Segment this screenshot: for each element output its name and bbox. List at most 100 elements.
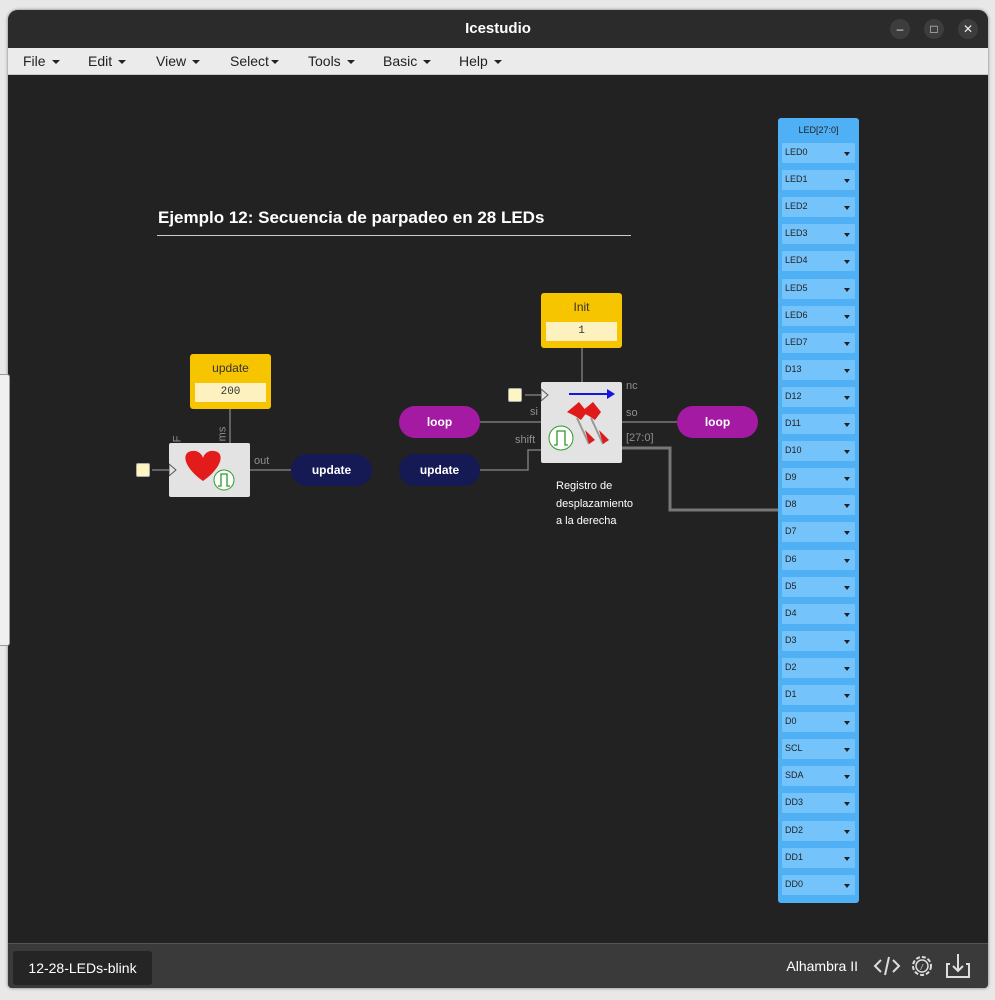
led-pin-label: DD2 [785, 824, 804, 835]
led-pin-row[interactable]: LED2 [782, 197, 855, 218]
led-pin-row[interactable]: LED7 [782, 332, 855, 353]
clock-input-pin[interactable] [136, 463, 150, 477]
led-pin-row[interactable]: LED5 [782, 278, 855, 299]
led-pin-row[interactable]: DD1 [782, 847, 855, 868]
led-pin-row[interactable]: D13 [782, 359, 855, 380]
download-icon[interactable] [944, 952, 972, 980]
chevron-down-icon[interactable] [844, 531, 850, 536]
chevron-down-icon[interactable] [844, 694, 850, 698]
clock-pulse-icon [548, 425, 574, 451]
update-output-label[interactable]: update [291, 454, 372, 486]
project-tab[interactable]: 12-28-LEDs-blink [13, 951, 152, 985]
minimize-button[interactable]: – [890, 19, 910, 39]
led-pin-label: D7 [785, 526, 797, 537]
shift-register-block[interactable] [540, 382, 622, 463]
chevron-down-icon[interactable] [844, 423, 850, 427]
chevron-down-icon[interactable] [844, 775, 850, 780]
menu-bar: File Edit View Select Tools Basic Help [8, 48, 988, 75]
heartbeat-block[interactable] [168, 443, 250, 497]
constant-value[interactable]: 1 [546, 322, 617, 341]
menu-help[interactable]: Help [459, 53, 502, 69]
chevron-down-icon[interactable] [844, 179, 850, 184]
gear-code-icon[interactable]: / [908, 952, 936, 980]
chevron-down-icon[interactable] [844, 666, 850, 671]
menu-view-label: View [156, 53, 187, 69]
led-pin-row[interactable]: D8 [782, 495, 855, 516]
menu-tools[interactable]: Tools [308, 53, 355, 69]
chevron-down-icon[interactable] [844, 368, 850, 373]
chevron-down-icon[interactable] [844, 585, 850, 590]
chevron-down-icon[interactable] [844, 395, 850, 400]
led-pin-row[interactable]: D4 [782, 603, 855, 624]
led-pin-row[interactable]: D9 [782, 468, 855, 489]
menu-file[interactable]: File [23, 53, 60, 69]
board-name[interactable]: Alhambra II [786, 958, 858, 974]
design-canvas[interactable]: Ejemplo 12: Secuencia de parpadeo en 28 … [8, 75, 988, 943]
led-pin-row[interactable]: D6 [782, 549, 855, 570]
led-pin-row[interactable]: DD3 [782, 793, 855, 814]
chevron-down-icon[interactable] [844, 206, 850, 211]
constant-init[interactable]: Init 1 [541, 293, 622, 348]
led-pin-label: LED1 [785, 174, 808, 185]
chevron-down-icon[interactable] [844, 802, 850, 807]
menu-basic[interactable]: Basic [383, 53, 432, 69]
chevron-down-icon[interactable] [844, 152, 850, 156]
chevron-down-icon[interactable] [844, 233, 850, 238]
loop-output-label[interactable]: loop [677, 406, 758, 438]
close-button[interactable]: ✕ [958, 19, 978, 39]
chevron-down-icon [192, 60, 201, 65]
led-pin-row[interactable]: D1 [782, 685, 855, 705]
side-dock[interactable] [0, 374, 10, 646]
led-pin-row[interactable]: DD0 [782, 874, 855, 895]
led-pin-row[interactable]: D3 [782, 630, 855, 651]
led-output-block[interactable]: LED[27:0] LED0 LED1 LED2 LED3 LED4 LED5 LED6 LE… [778, 118, 859, 903]
led-pin-label: LED3 [785, 228, 808, 239]
chevron-down-icon[interactable] [844, 856, 850, 861]
chevron-down-icon[interactable] [844, 639, 850, 644]
led-pin-row[interactable]: D12 [782, 386, 855, 407]
constant-value[interactable]: 200 [195, 383, 266, 402]
led-pin-row[interactable]: LED3 [782, 224, 855, 245]
led-pin-row[interactable]: LED0 [782, 143, 855, 163]
right-arrow-icon [569, 389, 615, 399]
chevron-down-icon [493, 60, 502, 65]
chevron-down-icon[interactable] [844, 341, 850, 346]
menu-tools-label: Tools [308, 53, 341, 69]
led-pin-row[interactable]: DD2 [782, 820, 855, 841]
led-pin-row[interactable]: SCL [782, 739, 855, 760]
chevron-down-icon[interactable] [844, 477, 850, 482]
led-pin-row[interactable]: D0 [782, 712, 855, 733]
chevron-down-icon[interactable] [844, 287, 850, 292]
led-pin-row[interactable]: LED1 [782, 170, 855, 191]
chevron-down-icon[interactable] [844, 829, 850, 834]
chevron-down-icon[interactable] [844, 504, 850, 509]
code-icon[interactable] [873, 952, 901, 980]
clock-input-pin[interactable] [508, 388, 522, 402]
led-pin-row[interactable]: D5 [782, 576, 855, 597]
loop-input-label[interactable]: loop [399, 406, 480, 438]
led-pin-row[interactable]: D10 [782, 441, 855, 462]
chevron-down-icon[interactable] [844, 721, 850, 726]
led-pin-row[interactable]: D11 [782, 414, 855, 434]
constant-update[interactable]: update 200 [190, 354, 271, 409]
update-input-label[interactable]: update [399, 454, 480, 486]
chevron-down-icon[interactable] [844, 748, 850, 753]
chevron-down-icon[interactable] [844, 450, 850, 455]
led-pin-row[interactable]: D7 [782, 522, 855, 543]
chevron-down-icon[interactable] [844, 314, 850, 319]
chevron-down-icon[interactable] [844, 612, 850, 617]
maximize-button[interactable]: □ [924, 19, 944, 39]
chevron-down-icon[interactable] [844, 260, 850, 265]
led-pin-label: SCL [785, 743, 803, 754]
led-pin-row[interactable]: SDA [782, 766, 855, 787]
led-pin-row[interactable]: D2 [782, 657, 855, 678]
led-pin-row[interactable]: LED6 [782, 305, 855, 326]
chevron-down-icon[interactable] [844, 558, 850, 563]
chevron-down-icon[interactable] [844, 883, 850, 888]
menu-view[interactable]: View [156, 53, 201, 69]
led-pin-row[interactable]: LED4 [782, 251, 855, 272]
led-pin-label: D10 [785, 445, 802, 456]
led-pin-label: LED2 [785, 201, 808, 212]
menu-edit[interactable]: Edit [88, 53, 127, 69]
menu-select[interactable]: Select [230, 53, 279, 69]
